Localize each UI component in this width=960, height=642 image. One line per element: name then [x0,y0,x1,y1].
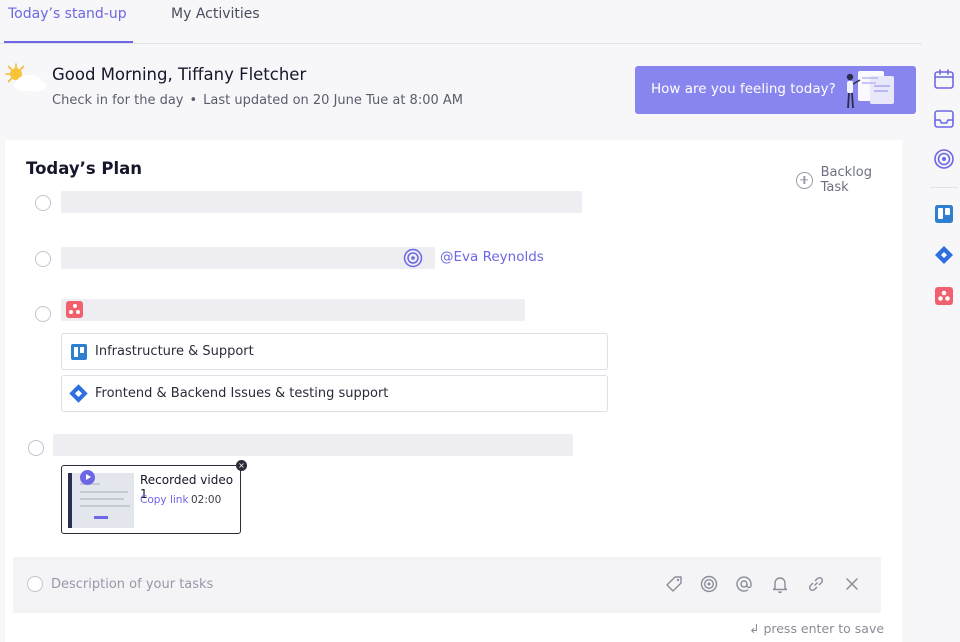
feeling-button-label: How are you feeling today? [651,81,836,97]
task-placeholder-bar [61,299,525,321]
video-duration: 02:00 [191,494,222,506]
linked-item-jira[interactable]: Frontend & Backend Issues & testing supp… [61,375,608,412]
task-checkbox[interactable] [27,576,43,592]
greeting-title: Good Morning, Tiffany Fletcher [52,65,307,84]
backlog-task-button[interactable]: Backlog Task [796,165,902,195]
tab-my-activities[interactable]: My Activities [171,6,260,22]
jira-icon [69,384,88,403]
linked-item-label: Infrastructure & Support [95,344,254,359]
right-rail [928,60,960,320]
trello-icon [71,343,87,360]
separator-dot: • [189,93,198,108]
play-icon[interactable] [80,470,95,485]
add-circle-icon [796,171,813,189]
partly-sunny-icon [5,63,46,92]
asana-icon [66,301,83,318]
task-checkbox[interactable] [35,306,51,322]
at-mention-icon[interactable] [734,574,754,594]
rail-divider [930,187,958,188]
task-placeholder-bar [53,434,573,456]
video-thumbnail [68,473,134,528]
link-icon[interactable] [806,574,826,594]
inbox-icon[interactable] [933,108,955,130]
task-placeholder-bar [61,191,582,213]
jira-icon[interactable] [933,244,955,266]
trello-icon[interactable] [933,203,955,225]
close-icon[interactable] [842,574,862,594]
copy-link[interactable]: Copy link [140,494,189,506]
target-icon[interactable] [933,148,955,170]
bell-icon[interactable] [770,574,790,594]
asana-icon[interactable] [933,285,955,307]
last-updated-text: Last updated on 20 June Tue at 8:00 AM [203,93,463,108]
backlog-task-label: Backlog Task [820,165,872,195]
plan-title: Today’s Plan [26,159,143,178]
task-checkbox[interactable] [35,195,51,211]
checkin-subtitle: Check in for the day • Last updated on 20 … [52,93,463,108]
tab-todays-standup[interactable]: Today’s stand-up [4,6,133,43]
task-composer [13,557,881,613]
calendar-icon[interactable] [933,68,955,90]
checkin-label: Check in for the day [52,93,184,108]
task-checkbox[interactable] [28,440,44,456]
recorded-video-card[interactable]: Recorded video 1 Copy link 02:00 × [61,460,247,534]
close-icon[interactable]: × [236,460,247,471]
how-are-you-feeling-button[interactable]: How are you feeling today? [635,66,916,114]
target-icon[interactable] [699,574,719,594]
task-checkbox[interactable] [35,251,51,267]
press-enter-hint: ↲ press enter to save [749,621,885,636]
linked-item-label: Frontend & Backend Issues & testing supp… [95,386,389,401]
task-description-input[interactable] [51,573,551,595]
goal-target-icon[interactable] [403,248,423,268]
feeling-illustration-icon [846,71,894,109]
todays-plan-card: Today’s Plan Backlog Task @Eva Reynolds … [5,140,902,642]
tag-icon[interactable] [664,574,684,594]
mention-link[interactable]: @Eva Reynolds [440,249,544,265]
task-placeholder-bar [61,247,435,269]
tab-bar: Today’s stand-up My Activities [0,0,922,44]
linked-item-trello[interactable]: Infrastructure & Support [61,333,608,370]
